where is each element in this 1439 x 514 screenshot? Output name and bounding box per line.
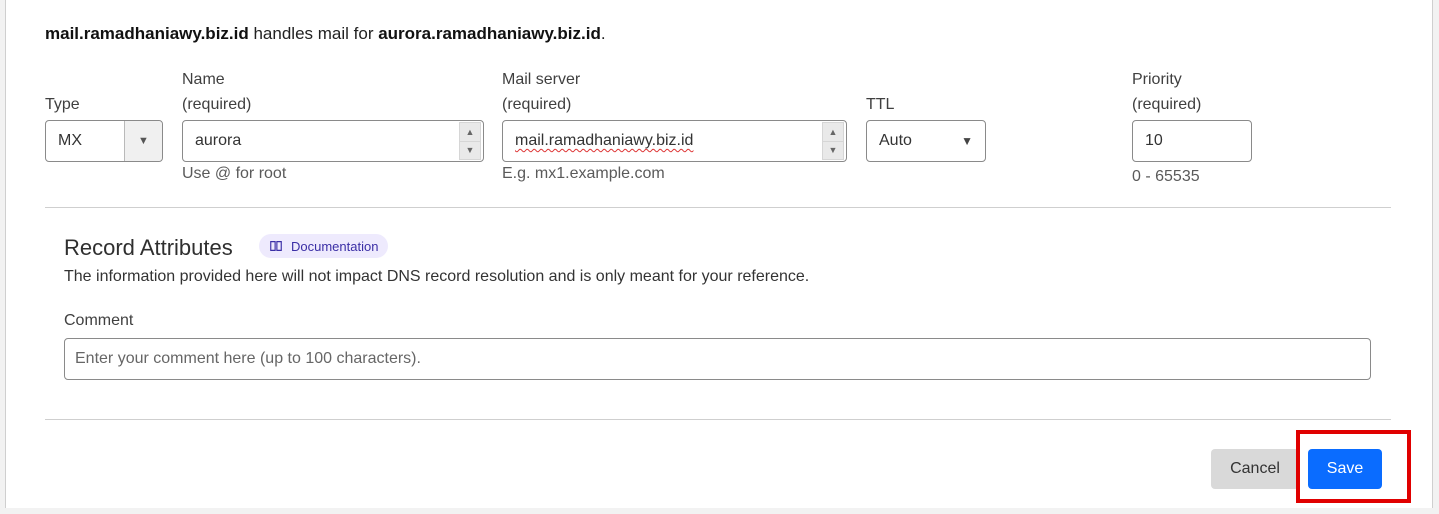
name-required: (required)	[182, 96, 252, 113]
spin-down-icon[interactable]: ▼	[459, 141, 481, 160]
summary-server: mail.ramadhaniawy.biz.id	[45, 24, 249, 43]
save-button[interactable]: Save	[1308, 449, 1382, 489]
comment-label: Comment	[64, 312, 134, 329]
record-attributes-title: Record Attributes	[64, 235, 233, 260]
comment-input[interactable]: Enter your comment here (up to 100 chara…	[64, 338, 1371, 380]
footer-divider	[45, 419, 1391, 420]
summary-domain: aurora.ramadhaniawy.biz.id	[378, 24, 601, 43]
priority-input[interactable]: 10	[1132, 120, 1252, 162]
name-input[interactable]: aurora ▲ ▼	[182, 120, 484, 162]
book-icon	[270, 241, 282, 251]
dns-record-form: mail.ramadhaniawy.biz.id handles mail fo…	[5, 0, 1433, 508]
cancel-button[interactable]: Cancel	[1211, 449, 1299, 489]
mail-server-value: mail.ramadhaniawy.biz.id	[515, 132, 694, 149]
spin-up-down-icon[interactable]: ▲ ▼	[822, 122, 844, 160]
spin-down-icon[interactable]: ▼	[822, 141, 844, 160]
ttl-label: TTL	[866, 96, 895, 113]
ttl-select[interactable]: Auto ▼	[866, 120, 986, 162]
type-select[interactable]: MX ▼	[45, 120, 163, 162]
priority-value: 10	[1145, 132, 1163, 149]
summary-middle: handles mail for	[248, 24, 379, 43]
mail-server-hint: E.g. mx1.example.com	[502, 165, 665, 182]
spin-up-icon[interactable]: ▲	[459, 122, 481, 142]
name-value: aurora	[195, 132, 242, 149]
section-divider	[45, 207, 1391, 208]
name-label: Name	[182, 71, 225, 88]
mail-server-input[interactable]: mail.ramadhaniawy.biz.id ▲ ▼	[502, 120, 847, 162]
summary-end: .	[600, 24, 606, 43]
comment-placeholder: Enter your comment here (up to 100 chara…	[75, 350, 421, 367]
mail-handler-summary: mail.ramadhaniawy.biz.id handles mail fo…	[45, 24, 606, 44]
spin-up-down-icon[interactable]: ▲ ▼	[459, 122, 481, 160]
attributes-description: The information provided here will not i…	[64, 268, 810, 285]
chevron-down-icon[interactable]: ▼	[124, 121, 162, 161]
mail-server-label: Mail server	[502, 71, 581, 88]
priority-hint: 0 - 65535	[1132, 168, 1200, 185]
type-label: Type	[45, 96, 80, 113]
mail-server-required: (required)	[502, 96, 572, 113]
documentation-label: Documentation	[291, 238, 379, 254]
priority-required: (required)	[1132, 96, 1202, 113]
spin-up-icon[interactable]: ▲	[822, 122, 844, 142]
documentation-link[interactable]: Documentation	[259, 234, 389, 258]
priority-label: Priority	[1132, 71, 1182, 88]
ttl-value: Auto	[879, 132, 912, 149]
chevron-down-icon[interactable]: ▼	[961, 134, 973, 148]
name-hint: Use @ for root	[182, 165, 287, 182]
type-value: MX	[58, 132, 82, 149]
